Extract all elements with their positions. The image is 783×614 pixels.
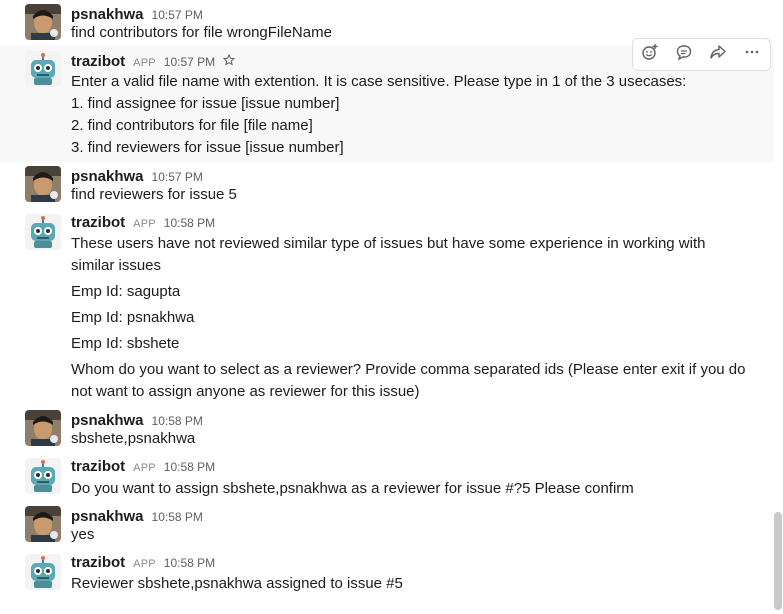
bot-avatar[interactable] (25, 51, 61, 87)
message-text: Do you want to assign sbshete,psnakhwa a… (71, 480, 634, 497)
sender-name[interactable]: psnakhwa (71, 508, 144, 525)
sender-name[interactable]: psnakhwa (71, 412, 144, 429)
user-avatar[interactable] (25, 4, 61, 40)
message-timestamp[interactable]: 10:57 PM (152, 8, 203, 22)
message-timestamp[interactable]: 10:58 PM (152, 414, 203, 428)
sender-name[interactable]: trazibot (71, 554, 125, 571)
app-badge: APP (133, 218, 156, 230)
more-actions-button[interactable] (735, 39, 769, 70)
user-avatar[interactable] (25, 166, 61, 202)
message-timestamp[interactable]: 10:58 PM (152, 510, 203, 524)
bot-avatar[interactable] (25, 214, 61, 250)
message-text: Emp Id: sbshete (71, 335, 180, 352)
message-timestamp[interactable]: 10:58 PM (164, 556, 215, 570)
message[interactable]: psnakhwa 10:58 PM sbshete,psnakhwa (0, 406, 774, 454)
reply-in-thread-icon (675, 43, 693, 66)
message-text: not want to assign anyone as reviewer fo… (71, 383, 420, 400)
reply-in-thread-button[interactable] (667, 39, 701, 70)
message-text: Emp Id: psnakhwa (71, 309, 195, 326)
scrollbar[interactable] (774, 512, 782, 610)
more-actions-icon (743, 43, 761, 66)
user-avatar[interactable] (25, 506, 61, 542)
message-text: Whom do you want to select as a reviewer… (71, 361, 746, 378)
message-text: Emp Id: sagupta (71, 283, 181, 300)
message[interactable]: trazibot APP 10:58 PM These users have n… (0, 208, 774, 406)
message-timestamp[interactable]: 10:57 PM (164, 55, 215, 69)
star-icon[interactable] (222, 53, 236, 66)
message-text: yes (71, 526, 95, 543)
message-text: sbshete,psnakhwa (71, 430, 196, 447)
message-text: Reviewer sbshete,psnakhwa assigned to is… (71, 575, 403, 592)
message-timestamp[interactable]: 10:57 PM (152, 170, 203, 184)
sender-name[interactable]: trazibot (71, 458, 125, 475)
message[interactable]: psnakhwa 10:57 PM find reviewers for iss… (0, 162, 774, 208)
message-text: 3. find reviewers for issue [issue numbe… (71, 139, 344, 156)
message-text: Enter a valid file name with extention. … (71, 73, 687, 90)
message-text: similar issues (71, 257, 162, 274)
sender-name[interactable]: trazibot (71, 214, 125, 231)
message-text: find reviewers for issue 5 (71, 186, 237, 203)
message-text: 2. find contributors for file [file name… (71, 117, 313, 134)
message-actions-toolbar (632, 38, 771, 71)
sender-name[interactable]: psnakhwa (71, 168, 144, 185)
message[interactable]: psnakhwa 10:58 PM yes (0, 502, 774, 550)
add-reaction-icon (641, 43, 659, 66)
share-message-button[interactable] (701, 39, 735, 70)
add-reaction-button[interactable] (633, 39, 667, 70)
app-badge: APP (133, 57, 156, 69)
message-text: 1. find assignee for issue [issue number… (71, 95, 340, 112)
message-timestamp[interactable]: 10:58 PM (164, 216, 215, 230)
app-badge: APP (133, 558, 156, 570)
sender-name[interactable]: trazibot (71, 53, 125, 70)
message[interactable]: trazibot APP 10:58 PM Do you want to ass… (0, 454, 774, 502)
message[interactable]: trazibot APP 10:58 PM Reviewer sbshete,p… (0, 550, 774, 612)
app-badge: APP (133, 462, 156, 474)
message-text: These users have not reviewed similar ty… (71, 235, 706, 252)
user-avatar[interactable] (25, 410, 61, 446)
message-text: find contributors for file wrongFileName (71, 24, 332, 41)
share-message-icon (709, 43, 727, 66)
bot-avatar[interactable] (25, 458, 61, 494)
bot-avatar[interactable] (25, 554, 61, 590)
message-timestamp[interactable]: 10:58 PM (164, 460, 215, 474)
sender-name[interactable]: psnakhwa (71, 6, 144, 23)
